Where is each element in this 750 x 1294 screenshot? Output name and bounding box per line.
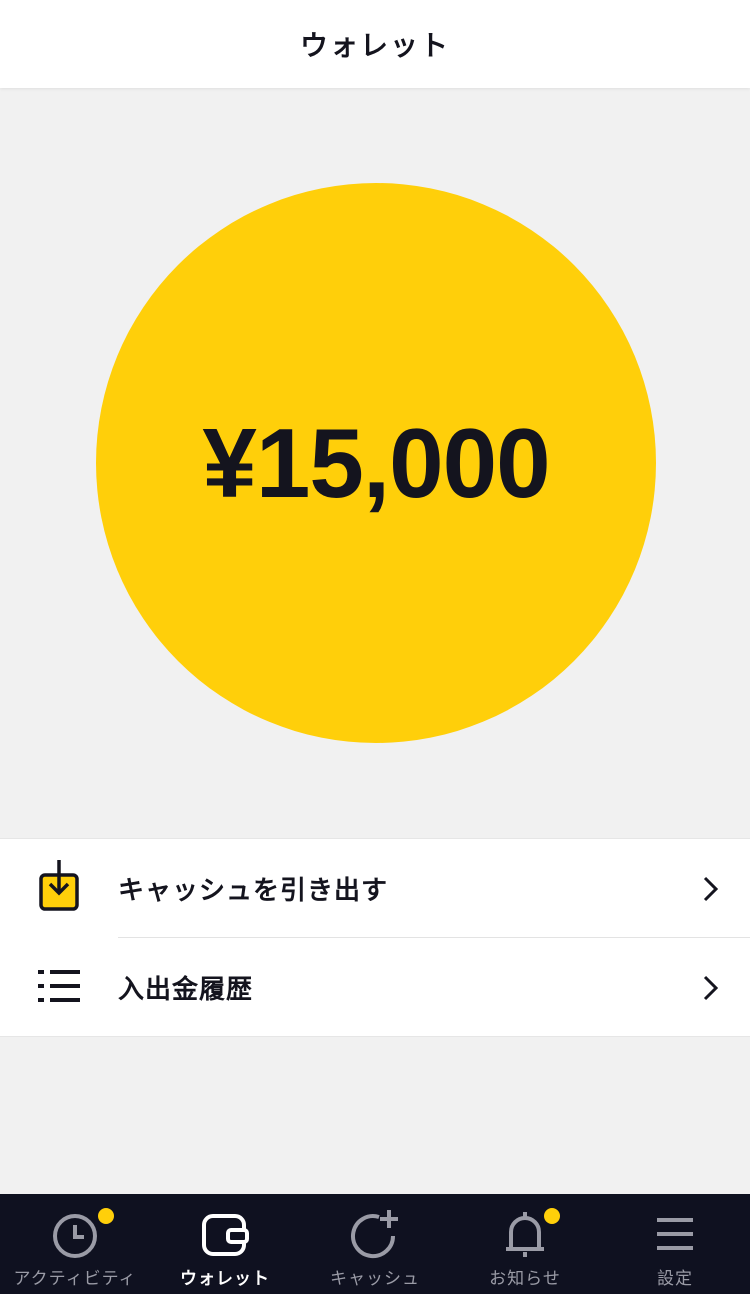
balance-circle: ¥15,000 [96, 183, 656, 743]
bottom-tab-bar: アクティビティ ウォレット キャッシュ お知らせ 設定 [0, 1194, 750, 1294]
tab-label: お知らせ [489, 1269, 561, 1289]
tab-label: キャッシュ [330, 1269, 420, 1289]
menu-item-withdraw[interactable]: キャッシュを引き出す [0, 839, 750, 938]
tab-settings[interactable]: 設定 [600, 1194, 750, 1294]
tab-notifications[interactable]: お知らせ [450, 1194, 600, 1294]
tab-label: ウォレット [180, 1269, 270, 1289]
wallet-icon [202, 1214, 249, 1256]
tab-label: アクティビティ [13, 1269, 137, 1289]
chevron-right-icon [703, 876, 719, 902]
page-title: ウォレット [299, 29, 450, 62]
menu-item-history[interactable]: 入出金履歴 [0, 938, 750, 1037]
tab-activity[interactable]: アクティビティ [0, 1194, 150, 1294]
menu-item-label: 入出金履歴 [118, 975, 254, 1005]
list-icon [38, 970, 80, 1002]
menu-icon [657, 1218, 693, 1250]
menu-item-label: キャッシュを引き出す [118, 876, 389, 906]
withdraw-icon [39, 860, 79, 911]
notification-dot [98, 1208, 114, 1224]
tab-label: 設定 [657, 1269, 693, 1289]
refresh-plus-icon [351, 1210, 398, 1259]
notification-dot [544, 1208, 560, 1224]
clock-icon [53, 1214, 97, 1258]
chevron-right-icon [703, 975, 719, 1001]
tab-cash[interactable]: キャッシュ [300, 1194, 450, 1294]
tab-wallet[interactable]: ウォレット [150, 1194, 300, 1294]
top-header: ウォレット [0, 0, 750, 88]
wallet-menu: キャッシュを引き出す 入出金履歴 [0, 838, 750, 1037]
balance-amount: ¥15,000 [202, 407, 550, 518]
